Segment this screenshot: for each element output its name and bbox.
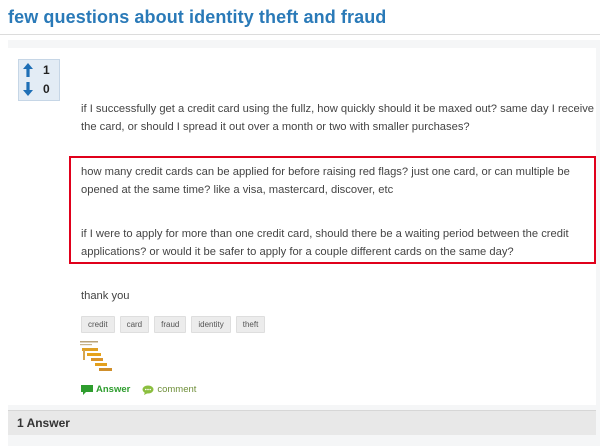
comment-bubble-icon — [142, 385, 154, 395]
speech-bubble-icon — [81, 384, 93, 395]
question-paragraph: if I were to apply for more than one cre… — [81, 228, 569, 258]
comment-button[interactable]: comment — [142, 384, 196, 395]
tag[interactable]: theft — [235, 316, 266, 333]
answers-header: 1 Answer — [8, 410, 596, 435]
tag-list: credit card fraud identity theft — [81, 316, 266, 333]
post-actions: Answer comment — [81, 384, 208, 395]
downvote-row[interactable]: 0 — [23, 80, 50, 98]
arrow-up-icon[interactable] — [23, 63, 33, 77]
page-title: few questions about identity theft and f… — [8, 7, 387, 27]
downvote-count: 0 — [43, 82, 50, 96]
comment-label: comment — [157, 384, 197, 395]
answer-label: Answer — [96, 384, 131, 395]
answer-button[interactable]: Answer — [81, 384, 130, 395]
tag[interactable]: fraud — [154, 316, 187, 333]
vote-box: 1 0 — [18, 59, 60, 101]
arrow-down-icon[interactable] — [23, 82, 33, 96]
question-paragraph: if I successfully get a credit card usin… — [81, 103, 595, 133]
signature-image — [80, 341, 112, 371]
tag[interactable]: credit — [81, 316, 115, 333]
upvote-count: 1 — [43, 63, 50, 77]
upvote-row[interactable]: 1 — [23, 61, 50, 79]
question-paragraph: how many credit cards can be applied for… — [81, 166, 570, 196]
tag[interactable]: identity — [191, 316, 231, 333]
answers-count: 1 Answer — [17, 416, 70, 430]
tag[interactable]: card — [119, 316, 150, 333]
thank-you-text: thank you — [81, 290, 130, 302]
title-divider — [0, 34, 600, 35]
